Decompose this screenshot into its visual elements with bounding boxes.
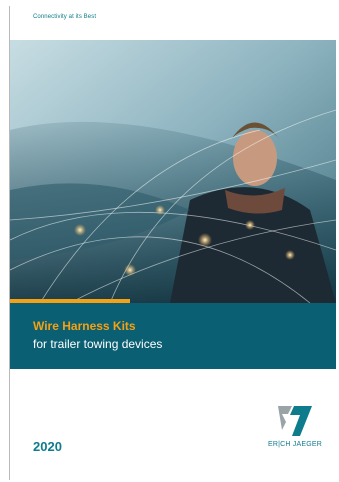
cover-title: Wire Harness Kits <box>33 319 136 333</box>
tagline: Connectivity at its Best <box>33 14 97 20</box>
brand-name: ER|CH JAEGER <box>268 441 323 448</box>
erich-jaeger-logo-icon <box>278 406 312 436</box>
catalog-cover-page: Connectivity at its Best Wire Harness Ki… <box>0 0 339 482</box>
catalog-year: 2020 <box>33 439 62 454</box>
cover-subtitle: for trailer towing devices <box>33 337 163 351</box>
cover-photo <box>10 40 336 303</box>
title-band <box>10 303 336 369</box>
